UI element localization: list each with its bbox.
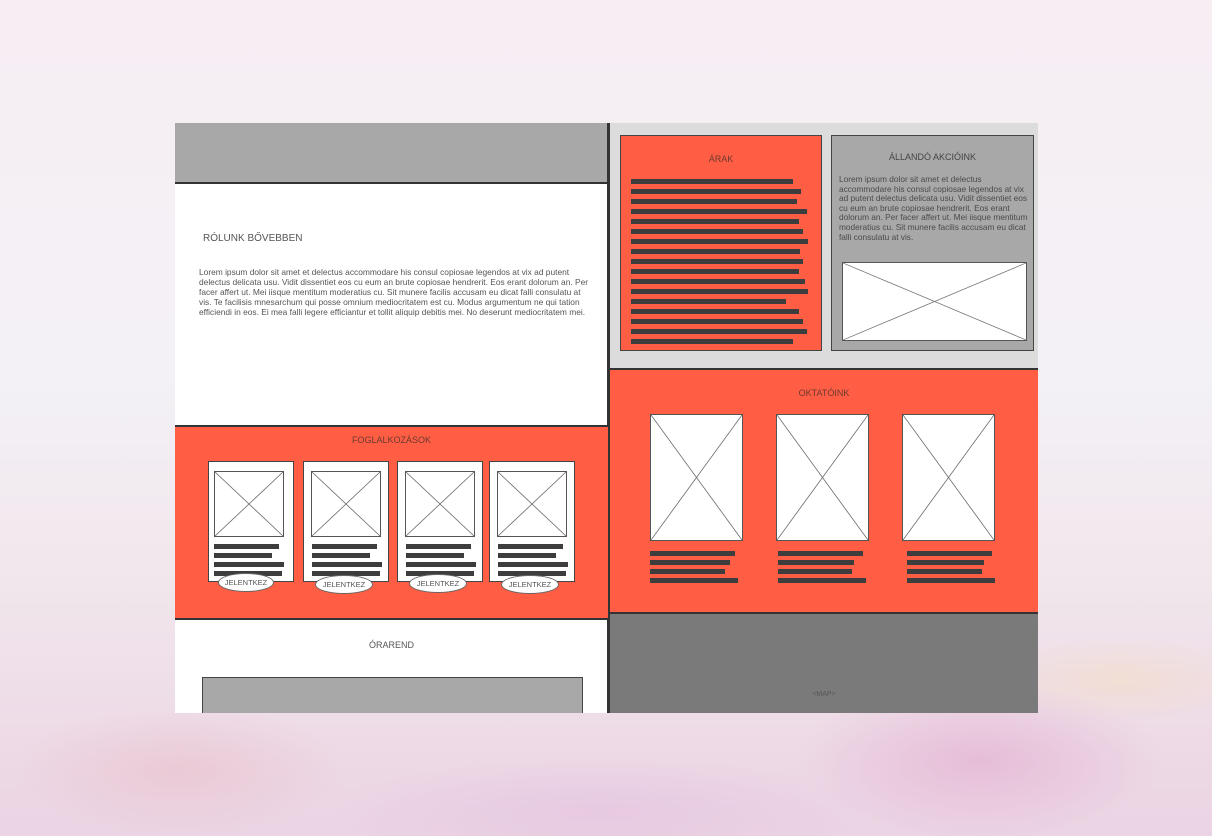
text-line [778, 569, 852, 574]
map-label: <MAP> [812, 691, 836, 698]
text-line [214, 553, 272, 558]
text-line [631, 259, 803, 264]
apply-button[interactable]: JELENTKEZ [409, 574, 467, 593]
text-line [631, 289, 808, 294]
text-line [631, 229, 803, 234]
activity-card [397, 461, 483, 582]
text-line [312, 553, 370, 558]
text-line [214, 562, 284, 567]
text-line [214, 544, 279, 549]
text-line [631, 269, 799, 274]
text-line [406, 544, 471, 549]
text-line [778, 578, 866, 583]
offers-text: Lorem ipsum dolor sit amet et delectus a… [839, 174, 1028, 242]
about-text: Lorem ipsum dolor sit amet et delectus a… [199, 267, 589, 317]
image-placeholder-icon [405, 471, 475, 537]
text-line [631, 279, 805, 284]
text-line [312, 544, 377, 549]
text-line [907, 578, 995, 583]
text-line [778, 560, 854, 565]
instructors-title: OKTATÓINK [798, 388, 850, 398]
instructor-photo-icon [776, 414, 869, 541]
instructor-photo-icon [902, 414, 995, 541]
text-line [631, 319, 803, 324]
apply-button[interactable]: JELENTKEZ [218, 573, 274, 592]
text-line [650, 578, 738, 583]
text-line [778, 551, 863, 556]
text-line [631, 329, 807, 334]
prices-section: ÁRAK [620, 135, 822, 351]
text-line [631, 179, 793, 184]
activity-card [489, 461, 575, 582]
text-line [406, 562, 476, 567]
text-line [650, 569, 725, 574]
apply-button[interactable]: JELENTKEZ [315, 575, 373, 594]
image-placeholder-icon [842, 262, 1027, 341]
image-placeholder-icon [311, 471, 381, 537]
text-line [631, 189, 801, 194]
text-line [631, 299, 786, 304]
activities-section: FOGLALKOZÁSOK JELENTKEZ JELENTKEZ JELENT… [175, 425, 608, 620]
image-placeholder-icon [214, 471, 284, 537]
schedule-table [202, 677, 583, 713]
text-line [631, 339, 793, 344]
offers-section: ÁLLANDÓ AKCIÓINK Lorem ipsum dolor sit a… [831, 135, 1034, 351]
activities-title: FOGLALKOZÁSOK [351, 435, 432, 445]
text-line [650, 551, 735, 556]
text-line [406, 553, 464, 558]
text-line [498, 562, 568, 567]
text-line [631, 309, 799, 314]
text-line [498, 553, 556, 558]
wireframe-board: RÓLUNK BŐVEBBEN Lorem ipsum dolor sit am… [175, 123, 1038, 713]
text-line [907, 560, 984, 565]
text-line [907, 551, 992, 556]
text-line [631, 209, 807, 214]
offers-title: ÁLLANDÓ AKCIÓINK [888, 152, 977, 162]
apply-button[interactable]: JELENTKEZ [501, 575, 559, 594]
instructor-photo-icon [650, 414, 743, 541]
header-bar [175, 123, 608, 184]
activity-card [208, 461, 294, 582]
prices-title: ÁRAK [708, 154, 734, 164]
map-section[interactable]: <MAP> [610, 614, 1038, 713]
about-title: RÓLUNK BŐVEBBEN [203, 233, 303, 244]
text-line [631, 219, 799, 224]
instructors-section: OKTATÓINK [610, 368, 1038, 614]
schedule-title: ÓRAREND [368, 640, 414, 650]
text-line [312, 562, 382, 567]
text-line [907, 569, 982, 574]
text-line [631, 199, 797, 204]
text-line [631, 249, 800, 254]
image-placeholder-icon [497, 471, 567, 537]
activity-card [303, 461, 389, 582]
text-line [650, 560, 730, 565]
text-line [631, 239, 808, 244]
text-line [498, 544, 563, 549]
